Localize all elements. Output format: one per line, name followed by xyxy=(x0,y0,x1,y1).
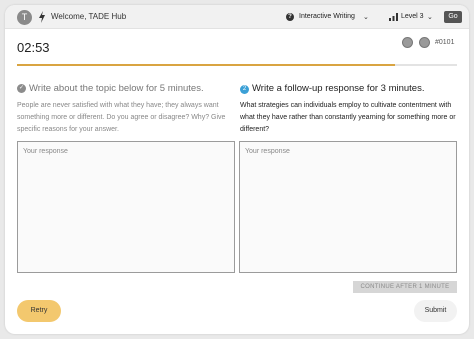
question-id: #0101 xyxy=(435,39,455,46)
right-section-title: Write a follow-up response for 3 minutes… xyxy=(252,83,425,94)
lightning-icon xyxy=(39,11,45,23)
check-circle-icon: ✓ xyxy=(17,84,26,93)
continue-button[interactable]: CONTINUE AFTER 1 MINUTE xyxy=(353,281,457,293)
go-button[interactable]: Go xyxy=(444,11,462,23)
avatar[interactable]: T xyxy=(17,10,32,25)
headphones-icon[interactable] xyxy=(402,37,413,48)
top-bar: T Welcome, TADE Hub ? Interactive Writin… xyxy=(5,5,469,29)
countdown-timer: 02:53 xyxy=(17,40,50,55)
chevron-down-icon[interactable]: ⌄ xyxy=(363,13,369,21)
left-section-title: Write about the topic below for 5 minute… xyxy=(29,83,204,94)
settings-icon[interactable] xyxy=(419,37,430,48)
response-textarea-main[interactable] xyxy=(17,141,235,273)
retry-button[interactable]: Retry xyxy=(17,300,61,322)
progress-fill xyxy=(17,64,396,66)
mode-select[interactable]: Interactive Writing xyxy=(299,13,355,20)
step-number-badge: 2 xyxy=(240,85,249,94)
level-select[interactable]: Level 3 xyxy=(401,13,424,20)
app-card: T Welcome, TADE Hub ? Interactive Writin… xyxy=(5,5,469,334)
left-prompt: People are never satisfied with what the… xyxy=(17,102,226,133)
right-prompt: What strategies can individuals employ t… xyxy=(240,102,456,133)
chevron-down-icon[interactable]: ⌄ xyxy=(427,13,433,21)
signal-bars-icon xyxy=(389,13,398,21)
question-circle-icon: ? xyxy=(286,13,294,21)
submit-button[interactable]: Submit xyxy=(414,300,457,322)
response-textarea-followup[interactable] xyxy=(239,141,457,273)
progress-bar xyxy=(17,64,457,66)
welcome-text: Welcome, TADE Hub xyxy=(51,12,127,21)
